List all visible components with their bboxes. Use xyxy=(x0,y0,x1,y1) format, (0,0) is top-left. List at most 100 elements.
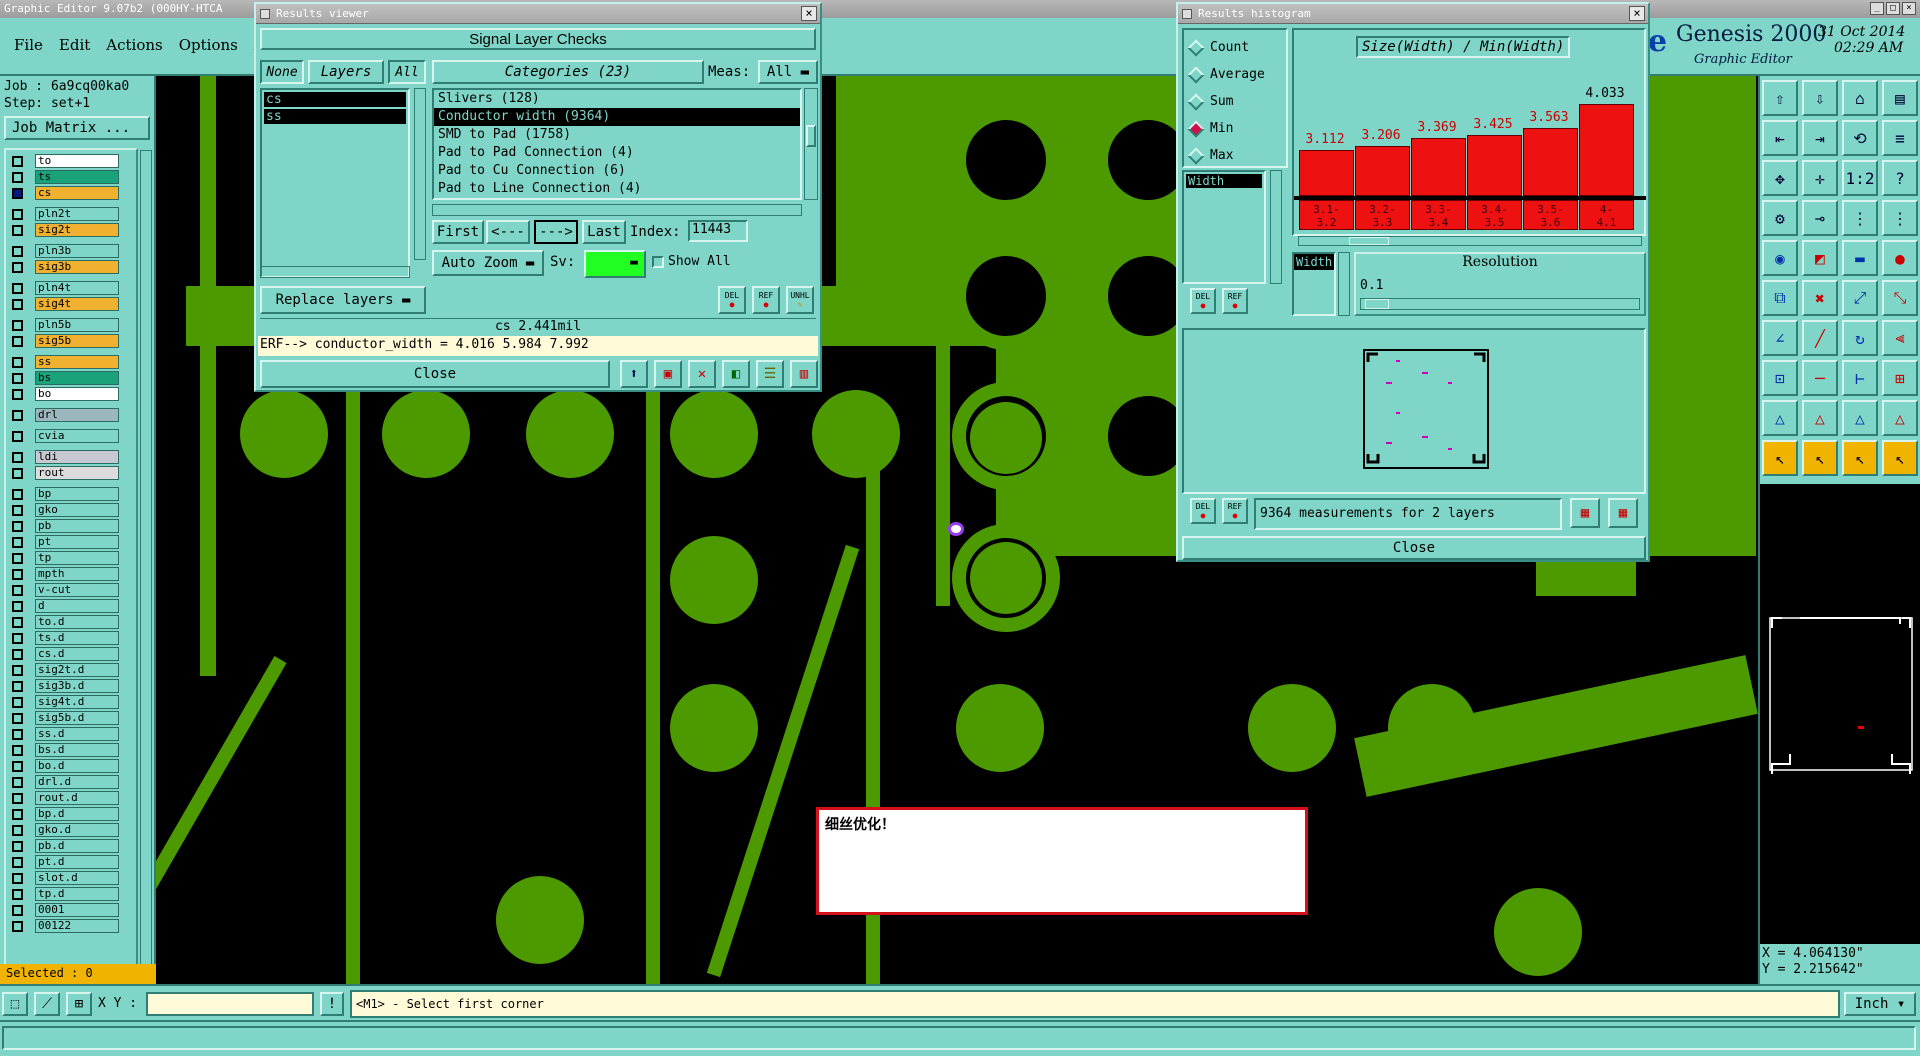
layer-name[interactable]: ss.d xyxy=(35,727,119,741)
layer-row[interactable]: to.d xyxy=(12,615,119,629)
layer-checkbox[interactable] xyxy=(12,335,23,347)
layer-scrollbar[interactable] xyxy=(140,150,152,1030)
layer-checkbox[interactable] xyxy=(12,409,23,421)
prev-button[interactable]: <--- xyxy=(486,220,530,244)
layer-checkbox[interactable] xyxy=(12,467,23,479)
layer-name[interactable]: bo xyxy=(35,387,119,401)
layer-checkbox[interactable] xyxy=(12,872,23,884)
graph-icon[interactable]: ⧉ xyxy=(1762,280,1798,316)
measure-icon[interactable]: ⟋ xyxy=(34,992,60,1016)
fit-icon[interactable]: ✥ xyxy=(1762,160,1798,196)
mode-radio-sum[interactable]: Sum xyxy=(1184,88,1286,115)
triangle-icon[interactable]: △ xyxy=(1842,400,1878,436)
layer-name[interactable]: bs.d xyxy=(35,743,119,757)
layer-name[interactable]: 00122 xyxy=(35,919,119,933)
all-layers-button[interactable]: All xyxy=(388,60,426,84)
layer-name[interactable]: mpth xyxy=(35,567,119,581)
layer-row[interactable]: bp xyxy=(12,487,119,501)
layer-name[interactable]: ldi xyxy=(35,450,119,464)
unit-select[interactable]: Inch ▾ xyxy=(1844,992,1916,1016)
layer-checkbox[interactable] xyxy=(12,728,23,740)
layer-checkbox[interactable] xyxy=(12,298,23,310)
layer-name[interactable]: pb.d xyxy=(35,839,119,853)
layer-name[interactable]: bp xyxy=(35,487,119,501)
layer-checkbox[interactable] xyxy=(12,904,23,916)
layer-name[interactable]: to xyxy=(35,154,119,168)
layer-name[interactable]: d xyxy=(35,599,119,613)
results-viewer-titlebar[interactable]: Results viewer × xyxy=(256,4,820,24)
layer-checkbox[interactable] xyxy=(12,712,23,724)
layer-row[interactable]: rout xyxy=(12,466,119,480)
stretch-icon[interactable]: ⤢ xyxy=(1842,280,1878,316)
category-item[interactable]: Pad to Cu Connection (6) xyxy=(434,162,800,180)
angle-icon[interactable]: ∠ xyxy=(1762,320,1798,356)
layer-name[interactable]: cs xyxy=(35,186,119,200)
close-icon[interactable]: × xyxy=(801,6,817,21)
slash-icon[interactable]: ╱ xyxy=(1802,320,1838,356)
category-item[interactable]: Conductor width (9364) xyxy=(434,108,800,126)
unhl-button[interactable]: UNHL ✎ xyxy=(786,286,814,314)
layer-row[interactable]: drl.d xyxy=(12,775,119,789)
layer-checkbox[interactable] xyxy=(12,616,23,628)
layer-name[interactable]: tp.d xyxy=(35,887,119,901)
save-icon[interactable]: ⇩ xyxy=(1802,80,1838,116)
layer-checkbox[interactable] xyxy=(12,776,23,788)
layer-checkbox[interactable] xyxy=(12,388,23,400)
layer-checkbox[interactable] xyxy=(12,744,23,756)
layer-name[interactable]: pt.d xyxy=(35,855,119,869)
layer-name[interactable]: ts xyxy=(35,170,119,184)
histogram-close-button[interactable]: Close xyxy=(1182,536,1646,560)
layer-name[interactable]: pt xyxy=(35,535,119,549)
histogram-bar[interactable] xyxy=(1523,127,1578,196)
export-icon-2[interactable]: ▦ xyxy=(1608,498,1638,528)
first-button[interactable]: First xyxy=(432,220,484,244)
layer-checkbox[interactable] xyxy=(12,245,23,257)
layers-button[interactable]: Layers xyxy=(308,60,384,84)
preview-ref-button[interactable]: REF ● xyxy=(1222,498,1248,524)
close-icon[interactable]: × xyxy=(1629,6,1645,21)
fill-icon[interactable]: ◩ xyxy=(1802,240,1838,276)
category-item[interactable]: Slivers (128) xyxy=(434,90,800,108)
category-hscroll[interactable] xyxy=(432,204,802,216)
show-all-checkbox[interactable] xyxy=(652,256,664,268)
field-selector[interactable]: Width xyxy=(1292,252,1336,316)
home-icon[interactable]: ⌂ xyxy=(1842,80,1878,116)
settings-icon[interactable]: ⚙ xyxy=(1762,200,1798,236)
layer-name[interactable]: 0001 xyxy=(35,903,119,917)
minimize-icon[interactable]: _ xyxy=(1870,2,1884,15)
measure-icon[interactable]: ⊢ xyxy=(1842,360,1878,396)
layer-checkbox[interactable] xyxy=(12,632,23,644)
layer-row[interactable]: bo xyxy=(12,387,119,401)
histogram-titlebar[interactable]: Results histogram × xyxy=(1178,4,1648,24)
result-layer-item[interactable]: ss xyxy=(264,109,406,124)
layer-name[interactable]: sig5b xyxy=(35,334,119,348)
layer-checkbox[interactable] xyxy=(12,372,23,384)
menu-options[interactable]: Options xyxy=(179,36,238,54)
menu-file[interactable]: File xyxy=(14,36,43,54)
hist-del-button[interactable]: DEL ● xyxy=(1190,288,1216,314)
layer-row[interactable]: bs xyxy=(12,371,119,385)
triangle-icon[interactable]: △ xyxy=(1882,400,1918,436)
layer-list-hscroll[interactable] xyxy=(260,266,410,278)
layer-name[interactable]: sig2t.d xyxy=(35,663,119,677)
layer-row[interactable]: bs.d xyxy=(12,743,119,757)
layer-row[interactable]: to xyxy=(12,154,119,168)
pointer-icon[interactable]: ↖ xyxy=(1762,440,1798,476)
layer-checkbox[interactable] xyxy=(12,856,23,868)
layer-name[interactable]: gko xyxy=(35,503,119,517)
layer-name[interactable]: pln5b xyxy=(35,318,119,332)
window-menu-icon[interactable] xyxy=(1182,9,1192,19)
resolution-slider[interactable] xyxy=(1360,298,1640,310)
layer-row[interactable]: bp.d xyxy=(12,807,119,821)
close-button[interactable]: Close xyxy=(260,360,610,388)
layer-checkbox[interactable] xyxy=(12,888,23,900)
window-controls[interactable]: _ □ × xyxy=(1870,2,1916,15)
index-input[interactable]: 11443 xyxy=(688,220,748,242)
category-item[interactable]: Pad to Line Connection (4) xyxy=(434,180,800,198)
layer-row[interactable]: drl xyxy=(12,408,119,422)
none-button[interactable]: None xyxy=(260,60,304,84)
delete-icon[interactable]: ✖ xyxy=(1802,280,1838,316)
layer-checkbox[interactable] xyxy=(12,356,23,368)
layer-checkbox[interactable] xyxy=(12,282,23,294)
layer-checkbox[interactable] xyxy=(12,680,23,692)
